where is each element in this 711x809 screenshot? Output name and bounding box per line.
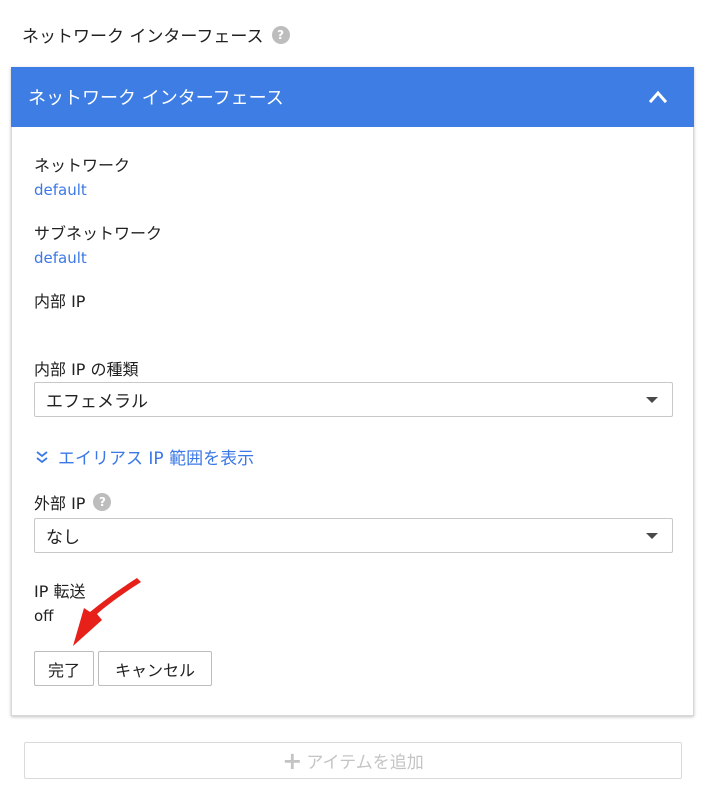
subnetwork-value[interactable]: default xyxy=(34,249,162,267)
chevron-up-icon[interactable] xyxy=(648,87,668,107)
dropdown-arrow-icon xyxy=(646,397,658,403)
internal-ip-type-selected: エフェメラル xyxy=(46,392,148,412)
subnetwork-field: サブネットワーク default xyxy=(34,220,162,267)
external-ip-selected: なし xyxy=(46,528,80,548)
external-ip-select[interactable]: なし xyxy=(34,518,673,553)
cancel-button[interactable]: キャンセル xyxy=(98,651,212,686)
internal-ip-type-field: 内部 IP の種類 xyxy=(34,356,139,380)
double-chevron-down-icon xyxy=(36,450,48,463)
add-item-label: アイテムを追加 xyxy=(306,753,424,773)
external-ip-label: 外部 IP xyxy=(34,494,86,513)
ip-forwarding-value: off xyxy=(34,607,54,625)
plus-icon: + xyxy=(282,746,303,775)
page: ネットワーク インターフェース ? ネットワーク インターフェース ネットワーク… xyxy=(0,0,711,809)
card-header-title: ネットワーク インターフェース xyxy=(28,88,284,109)
network-value[interactable]: default xyxy=(34,181,130,199)
help-icon[interactable]: ? xyxy=(93,493,112,511)
section-title: ネットワーク インターフェース ? xyxy=(22,22,290,47)
done-button[interactable]: 完了 xyxy=(34,651,94,686)
ip-forwarding-field: IP 転送 off xyxy=(34,578,85,625)
network-interface-card: ネットワーク インターフェース ネットワーク default サブネットワーク … xyxy=(11,67,694,716)
network-label: ネットワーク xyxy=(34,156,131,175)
add-item-button[interactable]: + アイテムを追加 xyxy=(24,742,682,779)
show-alias-ip-link[interactable]: エイリアス IP 範囲を表示 xyxy=(36,444,254,469)
internal-ip-type-label: 内部 IP の種類 xyxy=(34,360,139,379)
card-header[interactable]: ネットワーク インターフェース xyxy=(11,67,694,127)
external-ip-label-row: 外部 IP ? xyxy=(34,490,112,514)
internal-ip-label: 内部 IP xyxy=(34,292,86,311)
section-title-text: ネットワーク インターフェース xyxy=(22,27,264,47)
ip-forwarding-label: IP 転送 xyxy=(34,582,86,601)
help-icon[interactable]: ? xyxy=(271,25,290,44)
internal-ip-type-select[interactable]: エフェメラル xyxy=(34,382,673,417)
network-field: ネットワーク default xyxy=(34,152,130,199)
show-alias-ip-label: エイリアス IP 範囲を表示 xyxy=(58,449,255,469)
dropdown-arrow-icon xyxy=(646,533,658,539)
internal-ip-field: 内部 IP xyxy=(34,288,85,312)
subnetwork-label: サブネットワーク xyxy=(34,224,163,243)
external-ip-field: 外部 IP ? xyxy=(34,490,112,514)
